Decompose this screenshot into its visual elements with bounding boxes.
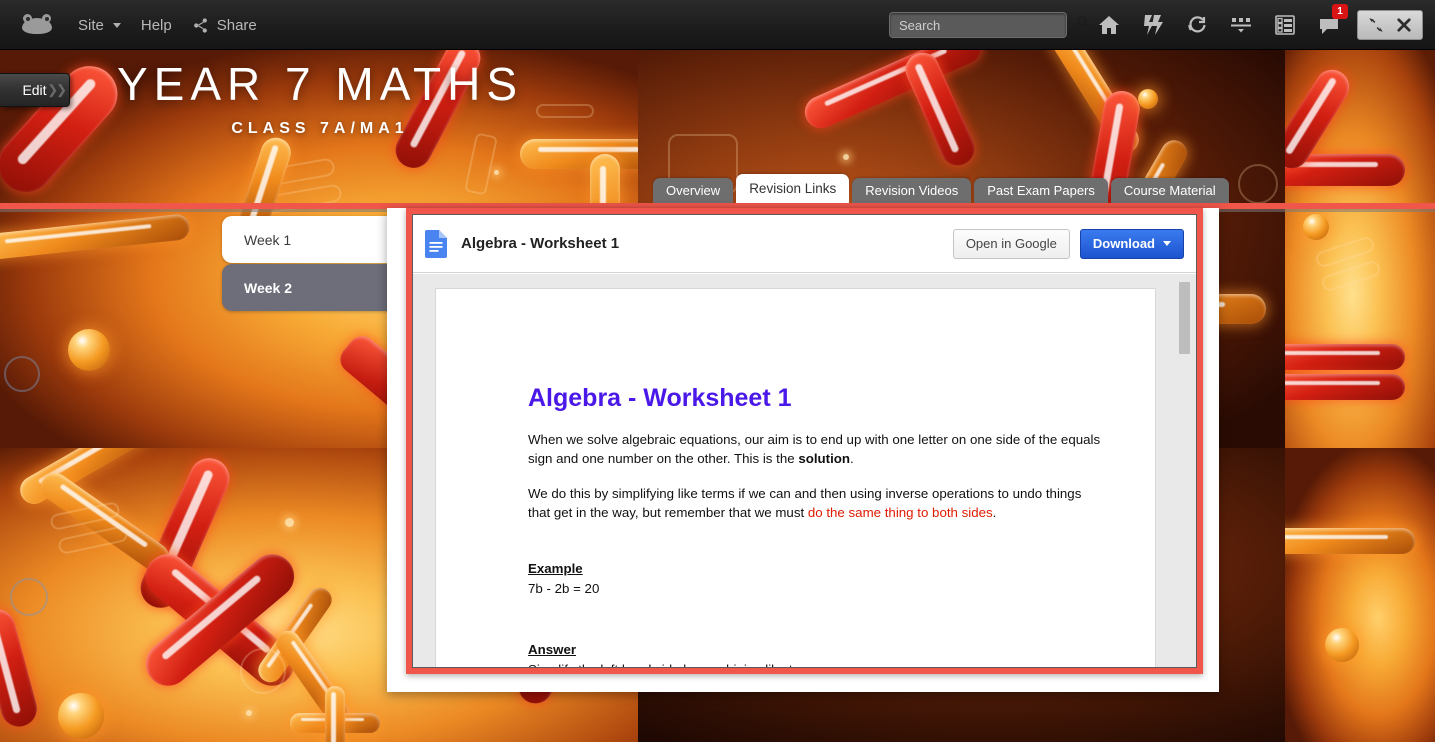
- open-in-google-button[interactable]: Open in Google: [952, 228, 1070, 259]
- document-paragraph-1: When we solve algebraic equations, our a…: [528, 431, 1107, 469]
- viewer-body: Algebra - Worksheet 1 When we solve alge…: [413, 274, 1196, 667]
- download-label: Download: [1092, 236, 1155, 251]
- app-root: Site Help Share Search 1 Edit ❯❯ YEAR 7 …: [0, 0, 1435, 742]
- search-input[interactable]: [899, 17, 1075, 33]
- vertical-scrollbar[interactable]: [1179, 282, 1190, 659]
- scrollbar-thumb[interactable]: [1179, 282, 1190, 354]
- tab-course-material[interactable]: Course Material: [1110, 178, 1229, 203]
- background-tile: [1285, 448, 1435, 742]
- example-heading: Example: [528, 560, 583, 576]
- search-box[interactable]: [889, 12, 1090, 38]
- lightning-icon[interactable]: [1131, 0, 1175, 50]
- answer-line-1: Simplify the left hand side by combining…: [528, 661, 1107, 667]
- google-docs-icon: [425, 229, 447, 258]
- week-item-label: Week 2: [244, 279, 292, 296]
- tab-label: Revision Links: [749, 181, 837, 196]
- tab-label: Past Exam Papers: [987, 183, 1095, 198]
- tab-revision-links[interactable]: Revision Links: [736, 174, 850, 203]
- site-menu[interactable]: Site: [68, 0, 131, 50]
- tab-revision-videos[interactable]: Revision Videos: [852, 178, 972, 203]
- tab-overview[interactable]: Overview: [653, 178, 734, 203]
- chevron-right-icon: ❯❯: [47, 82, 67, 97]
- home-icon[interactable]: [1087, 0, 1131, 50]
- document-paragraph-2: We do this by simplifying like terms if …: [528, 485, 1107, 523]
- background-tile: [1285, 44, 1435, 448]
- download-button[interactable]: Download: [1079, 228, 1184, 259]
- messages-icon[interactable]: 1: [1307, 0, 1351, 50]
- chevron-down-icon: [1163, 241, 1171, 246]
- edit-button[interactable]: Edit ❯❯: [0, 73, 70, 107]
- dropdown-grid-icon[interactable]: [1219, 0, 1263, 50]
- edit-button-label: Edit: [22, 82, 47, 98]
- para1-bold: solution: [798, 450, 851, 466]
- document-heading: Algebra - Worksheet 1: [528, 384, 792, 412]
- para1-text-b: .: [850, 450, 854, 466]
- restore-icon[interactable]: [1362, 11, 1390, 39]
- viewer-header: Algebra - Worksheet 1 Open in Google Dow…: [413, 215, 1196, 273]
- open-in-google-label: Open in Google: [965, 236, 1057, 251]
- document-viewer: Algebra - Worksheet 1 Open in Google Dow…: [406, 208, 1203, 674]
- document-page: Algebra - Worksheet 1 When we solve alge…: [435, 288, 1156, 667]
- site-menu-label: Site: [78, 16, 104, 34]
- share-button[interactable]: Share: [182, 0, 267, 50]
- tab-past-exam-papers[interactable]: Past Exam Papers: [974, 178, 1108, 203]
- tab-label: Revision Videos: [865, 183, 959, 198]
- tab-label: Overview: [666, 183, 721, 198]
- para2-text-b: .: [992, 504, 997, 520]
- window-controls: [1357, 10, 1423, 40]
- help-menu-label: Help: [140, 16, 172, 34]
- answer-heading: Answer: [528, 642, 577, 658]
- top-toolbar: Site Help Share Search 1: [0, 0, 1435, 50]
- share-label: Share: [216, 16, 257, 34]
- para2-red-text: do the same thing to both sides: [807, 504, 993, 520]
- example-line: 7b - 2b = 20: [528, 580, 600, 596]
- close-icon[interactable]: [1390, 11, 1418, 39]
- document-file-title: Algebra - Worksheet 1: [461, 235, 620, 252]
- message-badge: 1: [1332, 4, 1348, 19]
- frog-logo[interactable]: [22, 14, 52, 36]
- share-icon: [192, 17, 209, 34]
- tab-label: Course Material: [1123, 183, 1216, 198]
- tab-bar: Overview Revision Links Revision Videos Pas…: [653, 174, 1232, 203]
- help-menu[interactable]: Help: [131, 0, 182, 50]
- chevron-down-icon: [112, 22, 121, 28]
- week-item-label: Week 1: [244, 231, 292, 248]
- refresh-icon[interactable]: [1175, 0, 1219, 50]
- para2-text-a: We do this by simplifying like terms if …: [528, 485, 1082, 520]
- tasks-icon[interactable]: [1263, 0, 1307, 50]
